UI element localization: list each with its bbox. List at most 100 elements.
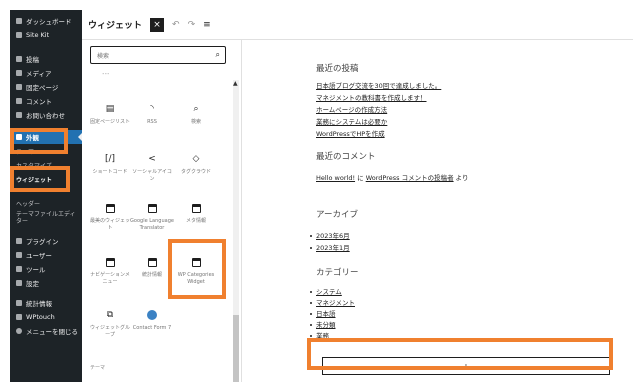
recent-post-link[interactable]: マネジメントの教科書を作成します！: [316, 92, 427, 102]
sidebar-item-label: テーマファイルエディター: [16, 211, 76, 225]
archive-link[interactable]: 2023年1月: [316, 244, 350, 252]
block-recent-widget[interactable]: 最美のウィジェット: [88, 204, 132, 232]
add-block-button[interactable]: +: [322, 357, 610, 375]
block-shortcode[interactable]: [/] ショートコード: [88, 154, 132, 176]
comment-author-link[interactable]: WordPress コメントの投稿者: [366, 174, 454, 182]
block-google-translator[interactable]: Google Language Translator: [130, 204, 174, 232]
sidebar-item-plugins[interactable]: プラグイン: [10, 234, 82, 248]
recent-post-link[interactable]: 日本語ブログ交流を30回で達成しました。: [316, 80, 441, 90]
sidebar-subitem-customize[interactable]: カスタマイズ: [10, 158, 82, 172]
category-link[interactable]: システム: [316, 288, 342, 296]
bullet-icon: [310, 247, 312, 249]
inserter-scrollbar[interactable]: ▲: [233, 80, 239, 382]
sidebar-item-media[interactable]: メディア: [10, 66, 82, 80]
block-page-list[interactable]: ▤ 固定ページリスト: [88, 104, 132, 126]
category-link[interactable]: 未分類: [316, 321, 336, 329]
category-item[interactable]: マネジメント: [310, 297, 355, 307]
block-label: ショートコード: [92, 169, 128, 175]
scroll-up-icon[interactable]: ▲: [233, 80, 238, 87]
recent-post-link[interactable]: WordPressでHPを作成: [316, 128, 385, 138]
archives-heading: アーカイブ: [316, 210, 358, 220]
block-meta[interactable]: メタ情報: [174, 204, 218, 225]
inserter-section-label: テーマ: [90, 365, 106, 371]
sidebar-item-label: メディア: [26, 70, 52, 78]
sidebar-subitem-theme-editor[interactable]: テーマファイルエディター: [10, 208, 82, 228]
media-icon: [16, 70, 22, 76]
archive-link[interactable]: 2023年6月: [316, 232, 350, 240]
search-icon: ⌕: [193, 104, 199, 114]
category-item[interactable]: 未分類: [310, 319, 336, 329]
category-item[interactable]: 日本語: [310, 308, 336, 318]
block-search[interactable]: ⌕ 検索: [174, 104, 218, 126]
archive-item[interactable]: 2023年6月: [310, 230, 350, 240]
sidebar-item-appearance[interactable]: 外観: [10, 130, 82, 144]
sidebar-item-label: Site Kit: [26, 31, 50, 39]
recent-post-link[interactable]: ホームページの作成方法: [316, 104, 387, 114]
sidebar-item-label: 設定: [26, 280, 39, 288]
category-link[interactable]: 日本語: [316, 310, 336, 318]
block-stats[interactable]: 統計情報: [130, 258, 174, 279]
sidebar-item-contact[interactable]: お問い合わせ: [10, 108, 82, 122]
search-icon: ⌕: [215, 50, 220, 59]
block-rss[interactable]: ◝ RSS: [130, 104, 174, 126]
block-tag-cloud[interactable]: ◇ タグクラウド: [174, 154, 218, 176]
block-label: 固定ページリスト: [90, 119, 130, 125]
canvas-margin: [242, 40, 306, 382]
category-link[interactable]: マネジメント: [316, 299, 355, 307]
sidebar-item-label: プラグイン: [26, 238, 59, 246]
wrench-icon: [16, 266, 22, 272]
sidebar-item-comments[interactable]: コメント: [10, 94, 82, 108]
sidebar-item-wptouch[interactable]: WPtouch: [10, 310, 82, 324]
sidebar-item-dashboard[interactable]: ダッシュボード: [10, 14, 82, 28]
list-view-icon[interactable]: ≡: [203, 20, 211, 30]
sidebar-item-tools[interactable]: ツール: [10, 262, 82, 276]
page-title: ウィジェット: [88, 21, 143, 31]
category-item[interactable]: システム: [310, 286, 342, 296]
recent-post-link[interactable]: 業務にシステムは必要か: [316, 116, 387, 126]
sidebar-item-label: ダッシュボード: [26, 18, 72, 26]
sidebar-item-stats[interactable]: 統計情報: [10, 296, 82, 310]
sidebar-item-pages[interactable]: 固定ページ: [10, 80, 82, 94]
bullet-icon: [310, 313, 312, 315]
block-search-input[interactable]: 検索 ⌕: [90, 46, 226, 64]
calendar-icon: [105, 204, 115, 213]
editor-topbar: ウィジェット × ↶ ↷ ≡: [82, 10, 633, 40]
block-label: ウィジェットグループ: [89, 325, 130, 338]
bullet-icon: [310, 335, 312, 337]
undo-icon[interactable]: ↶: [172, 20, 180, 30]
sidebar-item-posts[interactable]: 投稿: [10, 52, 82, 66]
mail-icon: [16, 112, 22, 118]
block-wp-categories-widget[interactable]: WP Categories Widget: [174, 258, 218, 286]
sidebar-item-settings[interactable]: 設定: [10, 276, 82, 290]
sidebar-subitem-themes[interactable]: テーマ: [10, 144, 82, 158]
sidebar-item-users[interactable]: ユーザー: [10, 248, 82, 262]
block-contact-form-7[interactable]: Contact Form 7: [130, 310, 174, 332]
sidebar-collapse-menu[interactable]: メニューを閉じる: [10, 324, 82, 338]
block-navigation-menu[interactable]: ナビゲーションメニュー: [88, 258, 132, 286]
shortcode-icon: [/]: [105, 154, 116, 164]
block-label: WP Categories Widget: [177, 272, 215, 285]
block-widget-group[interactable]: ⧉ ウィジェットグループ: [88, 310, 132, 339]
sidebar-subitem-widgets[interactable]: ウィジェット: [10, 172, 82, 186]
sidebar-item-sitekit[interactable]: Site Kit: [10, 28, 82, 42]
redo-icon[interactable]: ↷: [188, 20, 196, 30]
comment-text: に: [355, 174, 366, 182]
category-link[interactable]: 業務: [316, 332, 329, 340]
rss-icon: ◝: [150, 104, 154, 114]
admin-sidebar: ダッシュボード Site Kit 投稿 メディア 固定ページ コメント お問い合…: [10, 10, 82, 382]
truncated-block-label: ⁃⁃⁃: [102, 72, 110, 78]
comment-post-link[interactable]: Hello world!: [316, 174, 355, 182]
category-item[interactable]: 業務: [310, 330, 329, 340]
block-social-icons[interactable]: < ソーシャルアイコン: [130, 154, 174, 183]
scroll-thumb[interactable]: [233, 315, 239, 382]
sidebar-item-label: 投稿: [26, 56, 39, 64]
archive-item[interactable]: 2023年1月: [310, 242, 350, 252]
block-label: Google Language Translator: [130, 218, 174, 231]
widget-preview: 最近の投稿 日本語ブログ交流を30回で達成しました。 マネジメントの教科書を作成…: [306, 40, 633, 382]
block-label: 統計情報: [141, 272, 162, 278]
block-label: RSS: [147, 119, 157, 125]
sidebar-item-label: 外観: [26, 134, 39, 142]
categories-heading: カテゴリー: [316, 268, 359, 278]
calendar-icon: [147, 258, 157, 267]
close-inserter-button[interactable]: ×: [150, 17, 165, 32]
